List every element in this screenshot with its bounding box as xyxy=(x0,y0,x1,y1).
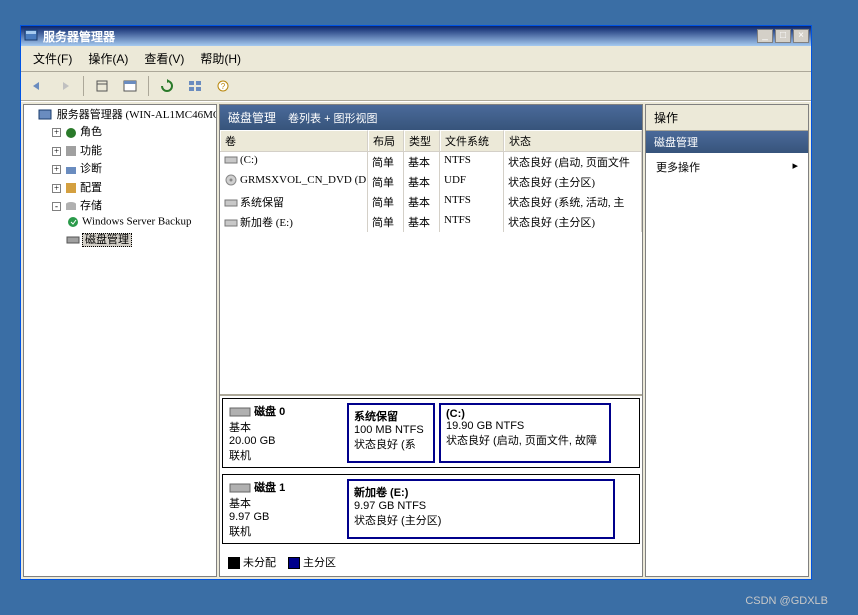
menu-help[interactable]: 帮助(H) xyxy=(194,48,247,69)
config-icon xyxy=(64,181,78,195)
volume-list: 卷 布局 类型 文件系统 状态 (C:)简单基本NTFS状态良好 (启动, 页面… xyxy=(220,130,642,394)
minimize-button[interactable]: _ xyxy=(757,29,773,43)
main-title: 磁盘管理 xyxy=(228,109,276,126)
menu-action[interactable]: 操作(A) xyxy=(82,48,134,69)
titlebar: 服务器管理器 _ □ × xyxy=(21,26,811,46)
col-status[interactable]: 状态 xyxy=(504,130,642,151)
actions-more[interactable]: 更多操作 ▸ xyxy=(646,153,808,181)
window-title: 服务器管理器 xyxy=(43,28,757,45)
partition[interactable]: 新加卷 (E:)9.97 GB NTFS状态良好 (主分区) xyxy=(347,479,615,539)
disk-map: 磁盘 1基本9.97 GB联机新加卷 (E:)9.97 GB NTFS状态良好 … xyxy=(222,474,640,544)
volume-icon xyxy=(224,217,238,229)
disk-graphic-area: 磁盘 0基本20.00 GB联机系统保留100 MB NTFS状态良好 (系(C… xyxy=(220,394,642,576)
volume-icon xyxy=(224,197,238,209)
partition[interactable]: 系统保留100 MB NTFS状态良好 (系 xyxy=(347,403,435,463)
main-header: 磁盘管理 卷列表 + 图形视图 xyxy=(220,105,642,130)
col-volume[interactable]: 卷 xyxy=(220,130,368,151)
main-subtitle: 卷列表 + 图形视图 xyxy=(288,110,378,126)
col-layout[interactable]: 布局 xyxy=(368,130,404,151)
actions-header: 操作 xyxy=(646,105,808,131)
backup-icon xyxy=(66,215,80,229)
menu-file[interactable]: 文件(F) xyxy=(27,48,78,69)
legend: 未分配 主分区 xyxy=(222,550,640,574)
properties-button[interactable] xyxy=(90,75,114,97)
partition[interactable]: (C:)19.90 GB NTFS状态良好 (启动, 页面文件, 故障 xyxy=(439,403,611,463)
tree-root-label: 服务器管理器 xyxy=(57,109,123,121)
diagnostics-icon xyxy=(64,163,78,177)
tree-host-label: (WIN-AL1MC46MQS) xyxy=(126,109,218,121)
actions-panel: 操作 磁盘管理 更多操作 ▸ xyxy=(645,104,809,577)
legend-primary: 主分区 xyxy=(288,554,336,570)
legend-unallocated: 未分配 xyxy=(228,554,276,570)
app-window: 服务器管理器 _ □ × 文件(F) 操作(A) 查看(V) 帮助(H) ? 服… xyxy=(20,25,812,580)
separator xyxy=(83,76,84,96)
menu-view[interactable]: 查看(V) xyxy=(138,48,190,69)
view-button[interactable] xyxy=(183,75,207,97)
tree-diagnostics[interactable]: +诊断 xyxy=(52,159,216,177)
storage-icon xyxy=(64,200,78,214)
toolbar: ? xyxy=(21,72,811,101)
back-button[interactable] xyxy=(25,75,49,97)
tree-root[interactable]: 服务器管理器 (WIN-AL1MC46MQS) +角色 +功能 +诊断 +配置 … xyxy=(38,105,216,250)
expand-icon[interactable]: + xyxy=(52,147,61,156)
maximize-button[interactable]: □ xyxy=(775,29,791,43)
volume-row[interactable]: GRMSXVOL_CN_DVD (D:)简单基本UDF状态良好 (主分区) xyxy=(220,172,642,192)
refresh-button[interactable] xyxy=(155,75,179,97)
volume-row[interactable]: 系统保留简单基本NTFS状态良好 (系统, 活动, 主 xyxy=(220,192,642,212)
partitions: 系统保留100 MB NTFS状态良好 (系(C:)19.90 GB NTFS状… xyxy=(343,399,639,467)
server-icon xyxy=(38,108,52,122)
window-buttons: _ □ × xyxy=(757,29,809,43)
disk-icon xyxy=(229,482,251,494)
svg-text:?: ? xyxy=(221,82,226,91)
content-area: 服务器管理器 (WIN-AL1MC46MQS) +角色 +功能 +诊断 +配置 … xyxy=(21,101,811,579)
close-button[interactable]: × xyxy=(793,29,809,43)
expand-icon[interactable]: + xyxy=(52,128,61,137)
menubar: 文件(F) 操作(A) 查看(V) 帮助(H) xyxy=(21,46,811,72)
collapse-icon[interactable]: - xyxy=(52,202,61,211)
tree-features[interactable]: +功能 xyxy=(52,141,216,159)
disk-icon xyxy=(229,406,251,418)
partitions: 新加卷 (E:)9.97 GB NTFS状态良好 (主分区) xyxy=(343,475,639,543)
chevron-right-icon: ▸ xyxy=(792,159,798,175)
disk-map: 磁盘 0基本20.00 GB联机系统保留100 MB NTFS状态良好 (系(C… xyxy=(222,398,640,468)
disk-meta[interactable]: 磁盘 0基本20.00 GB联机 xyxy=(223,399,343,467)
tree-config[interactable]: +配置 xyxy=(52,178,216,196)
expand-icon[interactable]: + xyxy=(52,184,61,193)
roles-icon xyxy=(64,126,78,140)
main-panel: 磁盘管理 卷列表 + 图形视图 卷 布局 类型 文件系统 状态 (C:)简单基本… xyxy=(219,104,643,577)
volume-icon xyxy=(224,174,238,186)
col-type[interactable]: 类型 xyxy=(404,130,440,151)
tree-panel: 服务器管理器 (WIN-AL1MC46MQS) +角色 +功能 +诊断 +配置 … xyxy=(23,104,217,577)
help-button[interactable]: ? xyxy=(211,75,235,97)
actions-subheader: 磁盘管理 xyxy=(646,131,808,153)
col-fs[interactable]: 文件系统 xyxy=(440,130,504,151)
volume-row[interactable]: 新加卷 (E:)简单基本NTFS状态良好 (主分区) xyxy=(220,212,642,232)
tree-roles[interactable]: +角色 xyxy=(52,122,216,140)
volume-row[interactable]: (C:)简单基本NTFS状态良好 (启动, 页面文件 xyxy=(220,152,642,172)
tree-backup[interactable]: Windows Server Backup xyxy=(66,214,216,230)
separator xyxy=(148,76,149,96)
expand-icon[interactable]: + xyxy=(52,165,61,174)
app-icon xyxy=(23,28,39,44)
volume-icon xyxy=(224,154,238,166)
disk-meta[interactable]: 磁盘 1基本9.97 GB联机 xyxy=(223,475,343,543)
volumes-panel: 磁盘管理 卷列表 + 图形视图 卷 布局 类型 文件系统 状态 (C:)简单基本… xyxy=(219,104,643,577)
console-button[interactable] xyxy=(118,75,142,97)
forward-button[interactable] xyxy=(53,75,77,97)
disk-icon xyxy=(66,233,80,247)
tree-diskmgmt[interactable]: 磁盘管理 xyxy=(66,230,216,248)
volume-header: 卷 布局 类型 文件系统 状态 xyxy=(220,130,642,152)
tree-storage[interactable]: -存储 Windows Server Backup 磁盘管理 xyxy=(52,196,216,249)
watermark: CSDN @GDXLB xyxy=(745,595,828,607)
features-icon xyxy=(64,144,78,158)
